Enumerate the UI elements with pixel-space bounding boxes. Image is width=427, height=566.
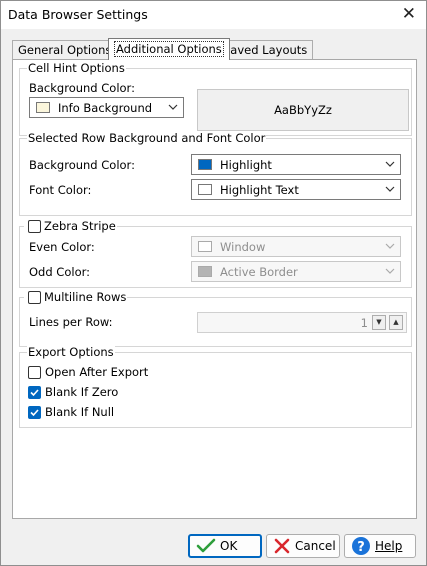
group-selected-row: Selected Row Background and Font Color B… — [19, 131, 412, 216]
svg-text:?: ? — [357, 540, 365, 555]
group-multiline-rows: Multiline Rows Lines per Row: 1 ▼ ▲ — [19, 290, 412, 347]
open-after-export-label: Open After Export — [45, 365, 149, 379]
multiline-rows-checkbox[interactable] — [28, 291, 41, 304]
selected-font-select[interactable]: Highlight Text — [191, 179, 401, 200]
lines-per-row-spinner[interactable]: 1 ▼ ▲ — [197, 312, 407, 333]
color-swatch — [36, 102, 50, 113]
cancel-label: Cancel — [295, 539, 336, 553]
even-color-select[interactable]: Window — [191, 236, 401, 257]
tab-panel-additional-options: Cell Hint Options Background Color: Info… — [12, 59, 417, 519]
window-title: Data Browser Settings — [8, 7, 148, 22]
selected-bg-label: Background Color: — [29, 158, 135, 172]
checkmark-icon — [196, 538, 216, 553]
blank-if-zero-label: Blank If Zero — [45, 385, 119, 399]
cell-hint-bg-label: Background Color: — [29, 81, 135, 95]
color-swatch — [198, 266, 212, 277]
help-button[interactable]: ? Help — [344, 534, 416, 558]
spin-down-button[interactable]: ▼ — [372, 315, 386, 330]
chevron-down-icon — [168, 104, 178, 110]
selected-value: Window — [220, 240, 266, 254]
group-title: Selected Row Background and Font Color — [27, 131, 267, 145]
group-export-options: Export Options Open After Export Blank I… — [19, 345, 412, 428]
color-swatch — [198, 184, 212, 195]
group-title: Cell Hint Options — [27, 61, 126, 75]
group-zebra-stripe: Zebra Stripe Even Color: Window Odd Colo… — [19, 219, 412, 288]
spin-up-button[interactable]: ▲ — [389, 315, 403, 330]
help-icon: ? — [352, 537, 370, 555]
tab-label: Saved Layouts — [223, 43, 308, 57]
ok-label: OK — [220, 539, 238, 553]
tab-saved-layouts[interactable]: Saved Layouts — [217, 40, 314, 60]
title-bar: Data Browser Settings ✕ — [1, 1, 426, 29]
blank-if-null-label: Blank If Null — [45, 405, 115, 419]
selected-value: Highlight Text — [220, 183, 299, 197]
even-color-label: Even Color: — [29, 240, 95, 254]
chevron-down-icon — [385, 268, 395, 274]
cancel-x-icon — [274, 538, 290, 554]
group-cell-hint: Cell Hint Options Background Color: Info… — [19, 61, 412, 136]
preview-text: AaBbYyZz — [274, 103, 332, 117]
odd-color-label: Odd Color: — [29, 265, 91, 279]
tab-label: General Options — [18, 43, 112, 57]
selected-value: Info Background — [58, 101, 153, 115]
color-swatch — [198, 159, 212, 170]
settings-dialog: Data Browser Settings ✕ General Options … — [0, 0, 427, 566]
cancel-button[interactable]: Cancel — [266, 534, 340, 558]
lines-per-row-label: Lines per Row: — [29, 315, 113, 329]
chevron-down-icon — [385, 161, 395, 167]
ok-button[interactable]: OK — [188, 534, 262, 558]
spinner-value: 1 — [360, 316, 368, 330]
cell-hint-bg-select[interactable]: Info Background — [29, 97, 184, 118]
blank-if-zero-checkbox[interactable] — [28, 386, 41, 399]
selected-bg-select[interactable]: Highlight — [191, 154, 401, 175]
group-title: Export Options — [27, 345, 115, 359]
cell-hint-preview: AaBbYyZz — [197, 89, 409, 131]
selected-value: Active Border — [220, 265, 298, 279]
open-after-export-checkbox[interactable] — [28, 366, 41, 379]
tab-general-options[interactable]: General Options — [12, 40, 118, 60]
chevron-down-icon — [385, 243, 395, 249]
chevron-down-icon — [385, 186, 395, 192]
help-label: Help — [375, 539, 403, 553]
color-swatch — [198, 241, 212, 252]
close-icon[interactable]: ✕ — [402, 4, 416, 24]
tab-label: Additional Options — [114, 41, 224, 57]
blank-if-null-checkbox[interactable] — [28, 406, 41, 419]
odd-color-select[interactable]: Active Border — [191, 261, 401, 282]
selected-value: Highlight — [220, 158, 272, 172]
zebra-stripe-checkbox[interactable] — [28, 220, 41, 233]
tab-additional-options[interactable]: Additional Options — [108, 38, 230, 60]
selected-font-label: Font Color: — [29, 183, 92, 197]
